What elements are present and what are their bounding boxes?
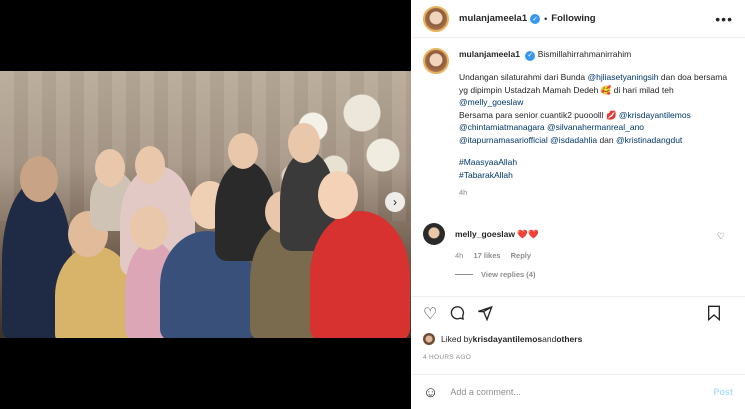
mention-link[interactable]: @krisdayantilemos [619,110,691,120]
following-button[interactable]: Following [551,13,595,24]
post-time[interactable]: 4 HOURS AGO [423,354,471,361]
more-options-icon[interactable]: ••• [715,11,733,27]
next-image-button[interactable]: › [385,192,405,212]
add-comment-bar: ☺ Post [411,374,745,409]
bookmark-icon[interactable] [707,305,721,325]
mention-link[interactable]: @isdadahlia [550,135,597,145]
replies-line [455,274,473,275]
comment-row: melly_goeslaw ❤️❤️ [423,223,733,245]
view-replies-label: View replies (4) [481,270,536,279]
header-username[interactable]: mulanjameela1 [459,13,527,24]
view-replies-button[interactable]: View replies (4) [455,270,733,279]
person-face [20,156,58,202]
heart-icon[interactable]: ♡ [423,306,437,323]
mention-link[interactable]: @kristinadangdut [616,135,682,145]
hashtag-link[interactable]: #TabarakAllah [459,169,733,182]
hashtag-link[interactable]: #MaasyaaAllah [459,156,733,169]
likes-line: Liked by krisdayantilemos and others [423,333,582,345]
heart-icon[interactable]: ♡ [717,231,725,242]
post-button[interactable]: Post [713,387,733,397]
share-icon[interactable] [477,305,494,325]
post-header: mulanjameela1 ✓ • Following ••• [411,0,745,38]
caption-time[interactable]: 4h [459,187,733,200]
person-face [95,149,125,187]
caption-text-part: dan [597,134,616,145]
person-face [130,206,168,250]
caption-username[interactable]: mulanjameela1 [459,49,520,59]
comment-username[interactable]: melly_goeslaw [455,229,515,239]
person-face [318,171,358,219]
person-face [135,146,165,184]
liked-by-user[interactable]: krisdayantilemos [473,334,542,344]
person-face [288,123,320,163]
post-modal: › mulanjameela1 ✓ • Following ••• mulanj… [0,0,745,409]
mention-link[interactable]: @itapurnamasariofficial [459,135,548,145]
caption-text-part: Undangan silaturahmi dari Bunda [459,72,588,83]
verified-icon: ✓ [530,13,541,24]
likes-and: and [542,334,557,344]
action-bar: ♡ [411,296,745,332]
avatar[interactable] [423,223,445,245]
person-face [228,133,258,169]
mention-link[interactable]: @chintamiatmanagara [459,122,545,132]
separator-dot: • [544,13,548,24]
post-panel: mulanjameela1 ✓ • Following ••• mulanjam… [411,0,745,409]
reply-button[interactable]: Reply [511,251,531,260]
comment-icon[interactable] [449,305,465,325]
verified-icon: ✓ [525,51,536,62]
caption-first-line: Bismillahirrahmanirrahim [537,49,632,59]
emoji-icon[interactable]: ☺ [423,384,438,401]
avatar[interactable] [423,5,449,32]
comments-area: mulanjameela1 ✓ Bismillahirrahmanirrahim… [411,48,745,288]
caption-row: mulanjameela1 ✓ Bismillahirrahmanirrahim… [423,48,733,200]
comment-meta: 4h 17 likes Reply [455,251,733,260]
likes-prefix: Liked by [441,334,473,344]
person-figure [310,211,410,338]
caption-text: mulanjameela1 ✓ Bismillahirrahmanirrahim… [459,48,733,200]
media-area: › [0,0,411,409]
chevron-right-icon: › [393,195,397,209]
mention-link[interactable]: @melly_goeslaw [459,97,523,107]
post-photo[interactable] [0,71,411,338]
comment-input[interactable] [450,387,714,397]
comment-likes[interactable]: 17 likes [473,251,500,260]
comment-time[interactable]: 4h [455,251,463,260]
caption-text-part: Bersama para senior cuantik2 puooolll 💋 [459,109,619,120]
comment-item: melly_goeslaw ❤️❤️ ♡ 4h 17 likes Reply V… [423,223,733,279]
avatar[interactable] [423,48,449,74]
comment-text: ❤️❤️ [517,228,539,239]
mention-link[interactable]: @hjliasetyaningsih [588,72,659,82]
mention-link[interactable]: @silvanahermanreal_ano [547,122,644,132]
avatar[interactable] [423,333,435,345]
liked-by-others[interactable]: others [556,334,582,344]
